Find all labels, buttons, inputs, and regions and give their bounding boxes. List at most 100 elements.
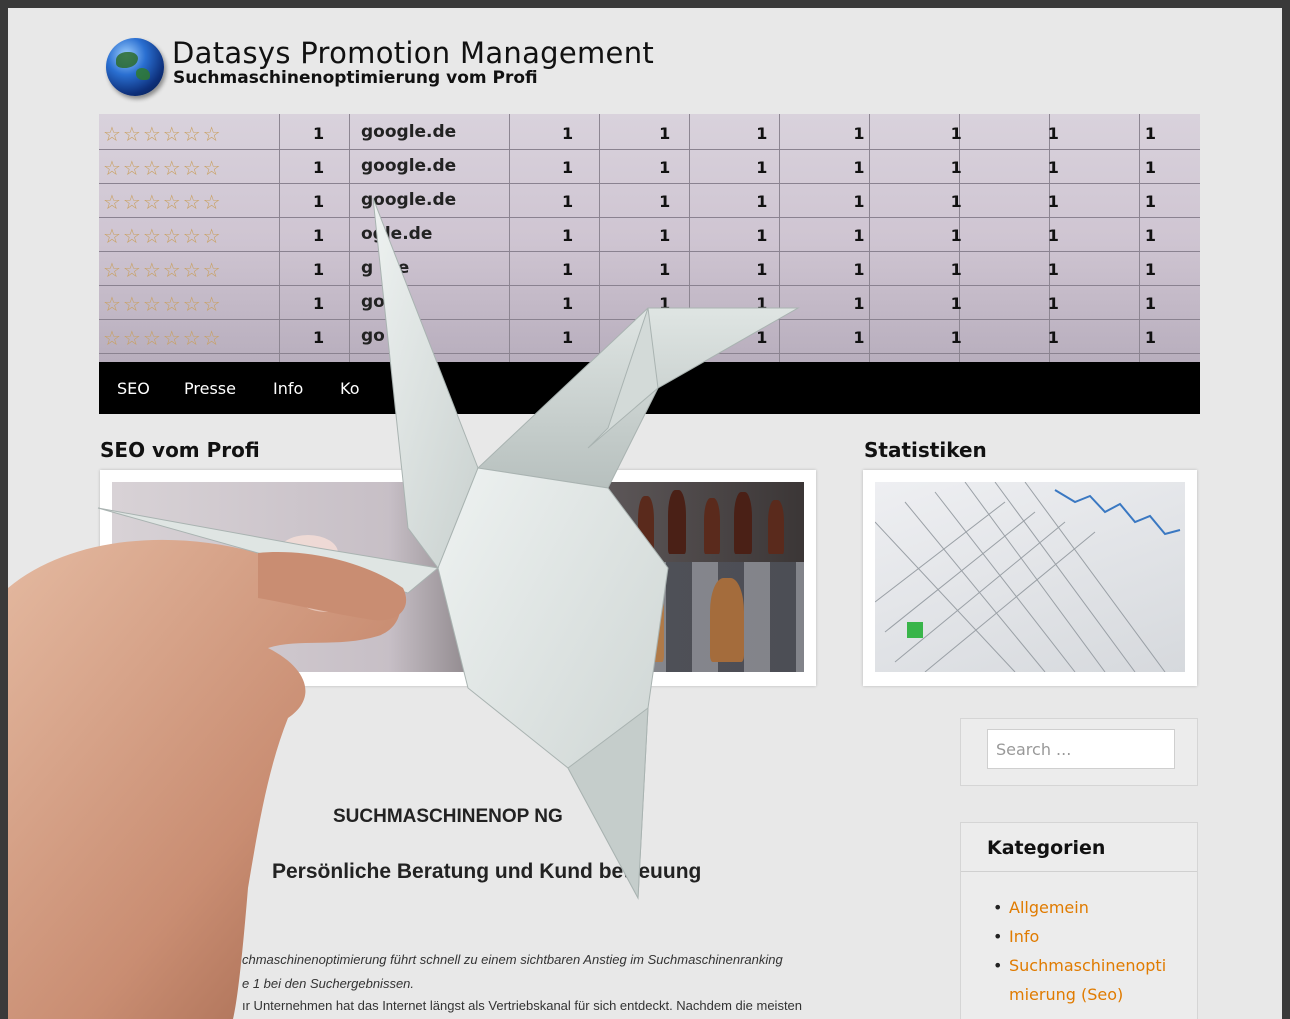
banner-cell: 1 — [1144, 294, 1156, 313]
banner-cell: 1 — [1144, 226, 1156, 245]
content-paragraph-2: e 1 bei den Suchergebnissen. — [242, 976, 415, 991]
banner-cell: 1 — [659, 260, 671, 279]
category-link-info[interactable]: Info — [1009, 927, 1039, 946]
page: Datasys Promotion Management Suchmaschin… — [8, 8, 1282, 1019]
categories-list: Allgemein Info Suchmaschinenopti mierung… — [991, 893, 1181, 1009]
categories-widget: Kategorien Allgemein Info Suchmaschineno… — [960, 822, 1198, 1019]
banner-cell: 1 — [659, 328, 671, 347]
nav-item-info[interactable]: Info — [273, 379, 303, 398]
content-paragraph-3: ır Unternehmen hat das Internet längst a… — [242, 998, 803, 1013]
banner-cell: 1 — [1047, 158, 1059, 177]
banner-rank: 1 — [313, 260, 325, 279]
banner-cell: 1 — [756, 260, 768, 279]
banner-cell: 1 — [562, 192, 574, 211]
banner-cell: 1 — [562, 294, 574, 313]
list-item: Suchmaschinenopti mierung (Seo) — [991, 951, 1181, 1009]
banner-engine: go — [361, 326, 385, 346]
search-widget — [960, 718, 1198, 786]
main-navigation: SEO Presse Info Ko — [99, 362, 1200, 414]
site-description: Suchmaschinenoptimierung vom Profi — [173, 68, 538, 88]
banner-cell: 1 — [950, 192, 962, 211]
category-link-allgemein[interactable]: Allgemein — [1009, 898, 1089, 917]
banner-cell: 1 — [562, 328, 574, 347]
banner-rank: 1 — [313, 226, 325, 245]
list-item: Info — [991, 922, 1181, 951]
star-icon: ☆☆☆☆☆☆ — [103, 224, 223, 248]
banner-cell: 1 — [853, 328, 865, 347]
star-icon: ☆☆☆☆☆☆ — [103, 292, 223, 316]
banner-engine: google.de — [361, 156, 457, 176]
banner-cell: 1 — [562, 226, 574, 245]
banner-cell: 1 — [756, 124, 768, 143]
statistics-image-frame — [863, 470, 1197, 686]
banner-cell: 1 — [756, 226, 768, 245]
banner-cell: 1 — [1144, 192, 1156, 211]
seo-image-frame — [100, 470, 816, 686]
banner-cell: 1 — [853, 158, 865, 177]
banner-rank: 1 — [313, 192, 325, 211]
banner-rank: 1 — [313, 328, 325, 347]
banner-cell: 1 — [1047, 328, 1059, 347]
star-icon: ☆☆☆☆☆☆ — [103, 326, 223, 350]
banner-cell: 1 — [950, 294, 962, 313]
star-icon: ☆☆☆☆☆☆ — [103, 122, 223, 146]
banner-cell: 1 — [1144, 328, 1156, 347]
banner-cell: 1 — [1047, 294, 1059, 313]
banner-engine: g .de — [361, 258, 410, 278]
widget-heading-statistiken: Statistiken — [864, 438, 987, 462]
banner-cell: 1 — [756, 294, 768, 313]
banner-rank: 1 — [313, 294, 325, 313]
category-link-seo[interactable]: Suchmaschinenopti mierung (Seo) — [1009, 956, 1166, 1004]
banner-row: ☆☆☆☆☆☆ 1 go 1 1 1 1 1 1 1 — [99, 286, 1200, 320]
banner-row: ☆☆☆☆☆☆ 1 g .de 1 1 1 1 1 1 1 — [99, 252, 1200, 286]
banner-rank: 1 — [313, 158, 325, 177]
banner-cell: 1 — [1047, 226, 1059, 245]
banner-rank: 1 — [313, 124, 325, 143]
banner-cell: 1 — [853, 260, 865, 279]
seo-feature-image[interactable] — [112, 482, 804, 672]
site-title[interactable]: Datasys Promotion Management — [172, 36, 654, 70]
content-subtitle: Persönliche Beratung und Kund betreuung — [272, 860, 702, 883]
star-icon: ☆☆☆☆☆☆ — [103, 190, 223, 214]
highlight-cell — [907, 622, 923, 638]
banner-engine: ogle.de — [361, 224, 433, 244]
banner-cell: 1 — [1144, 260, 1156, 279]
header-banner-image: ☆☆☆☆☆☆ 1 google.de 1 1 1 1 1 1 1 ☆☆☆☆☆☆ 1 google.de 1… — [99, 114, 1200, 362]
banner-row: ☆☆☆☆☆☆ 1 google.de 1 1 1 1 1 1 1 — [99, 150, 1200, 184]
divider — [961, 871, 1197, 872]
banner-cell: 1 — [1047, 260, 1059, 279]
search-input[interactable] — [987, 729, 1175, 769]
banner-row: ☆☆☆☆☆☆ 1 google.de 1 1 1 1 1 1 1 — [99, 116, 1200, 150]
list-item: Allgemein — [991, 893, 1181, 922]
nav-item-presse[interactable]: Presse — [184, 379, 236, 398]
star-icon: ☆☆☆☆☆☆ — [103, 156, 223, 180]
banner-cell: 1 — [659, 226, 671, 245]
banner-cell: 1 — [659, 192, 671, 211]
banner-cell: 1 — [756, 158, 768, 177]
banner-cell: 1 — [1047, 124, 1059, 143]
banner-cell: 1 — [659, 124, 671, 143]
banner-cell: 1 — [562, 124, 574, 143]
globe-logo-icon[interactable] — [106, 38, 164, 96]
banner-cell: 1 — [853, 226, 865, 245]
star-icon: ☆☆☆☆☆☆ — [103, 258, 223, 282]
banner-row: ☆☆☆☆☆☆ 1 ogle.de 1 1 1 1 1 1 1 — [99, 218, 1200, 252]
banner-cell: 1 — [950, 328, 962, 347]
nav-item-kontakt[interactable]: Ko — [340, 379, 359, 398]
banner-cell: 1 — [950, 124, 962, 143]
banner-cell: 1 — [950, 158, 962, 177]
banner-cell: 1 — [562, 158, 574, 177]
banner-cell: 1 — [659, 294, 671, 313]
banner-cell: 1 — [1047, 192, 1059, 211]
banner-cell: 1 — [756, 328, 768, 347]
banner-cell: 1 — [950, 260, 962, 279]
banner-cell: 1 — [1144, 158, 1156, 177]
banner-cell: 1 — [1144, 124, 1156, 143]
banner-cell: 1 — [659, 158, 671, 177]
banner-cell: 1 — [853, 294, 865, 313]
nav-item-seo[interactable]: SEO — [117, 379, 150, 398]
widget-heading-seo: SEO vom Profi — [100, 438, 260, 462]
banner-cell: 1 — [853, 192, 865, 211]
statistics-feature-image[interactable] — [875, 482, 1185, 672]
content-paragraph-1: chmaschinenoptimierung führt schnell zu … — [242, 952, 783, 967]
